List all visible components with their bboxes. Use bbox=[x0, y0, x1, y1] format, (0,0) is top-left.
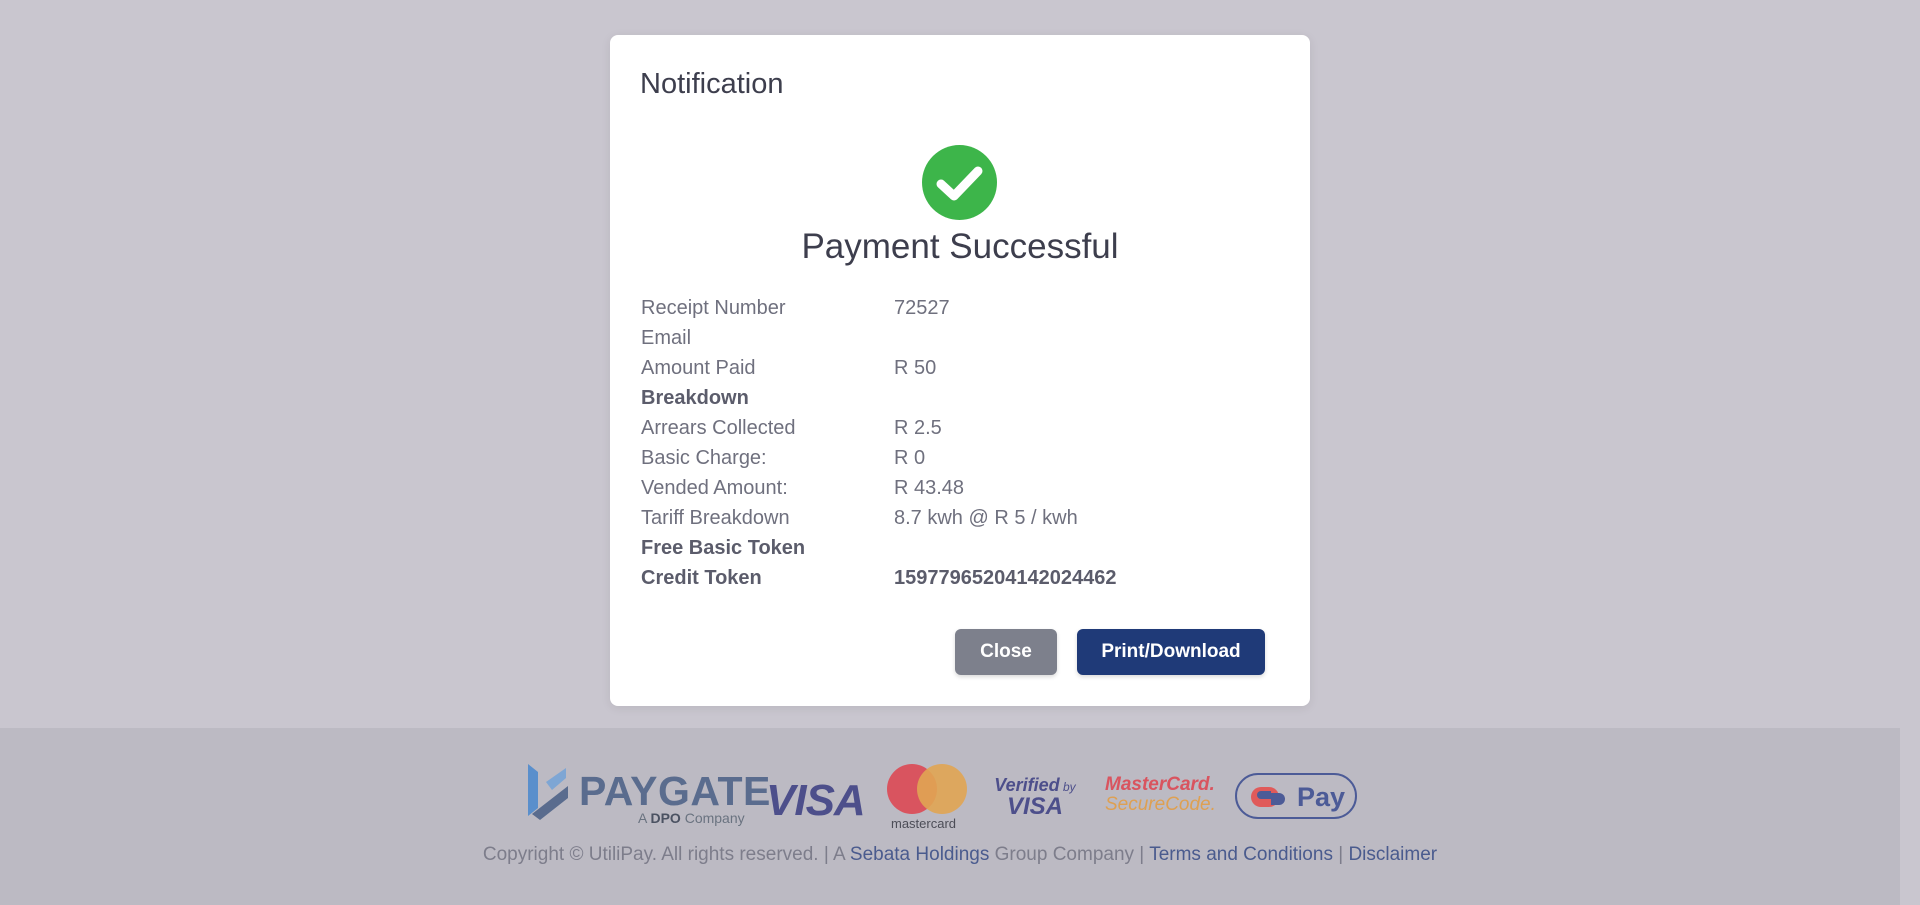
paygate-tagline: A DPO Company bbox=[638, 810, 745, 826]
receipt-row-value: R 2.5 bbox=[894, 417, 942, 439]
notification-modal: Notification Payment Successful Receipt … bbox=[610, 35, 1310, 706]
copyright-line: Copyright © UtiliPay. All rights reserve… bbox=[0, 844, 1920, 866]
mastercard-wordmark: mastercard bbox=[891, 816, 957, 831]
receipt-row: Vended Amount: R 43.48 bbox=[641, 477, 1281, 507]
visa-logo: VISA bbox=[766, 776, 866, 825]
receipt-row-value: 72527 bbox=[894, 297, 950, 319]
receipt-row-label: Amount Paid bbox=[641, 357, 756, 379]
receipt-row: Breakdown bbox=[641, 387, 1281, 417]
receipt-row-value: R 0 bbox=[894, 447, 926, 469]
copyright-text: Copyright © UtiliPay. All rights reserve… bbox=[482, 844, 850, 865]
receipt-row-label: Basic Charge: bbox=[641, 447, 767, 469]
payment-logos: PAYGATE A DPO Company VISA mastercard Ve… bbox=[0, 762, 1920, 831]
receipt-row: Amount Paid R 50 bbox=[641, 357, 1281, 387]
paygate-wordmark: PAYGATE bbox=[579, 768, 771, 814]
receipt-row-value: R 50 bbox=[894, 357, 937, 379]
terms-and-conditions-link[interactable]: Terms and Conditions bbox=[1149, 844, 1333, 865]
receipt-row-label: Free Basic Token bbox=[641, 537, 806, 559]
receipt-row: Free Basic Token bbox=[641, 537, 1281, 567]
receipt-row: Receipt Number 72527 bbox=[641, 297, 1281, 327]
receipt-row-value: R 43.48 bbox=[894, 477, 965, 499]
footer-separator: | bbox=[1332, 844, 1349, 865]
receipt-details: Receipt Number 72527 Email Amount Paid R 50 B… bbox=[641, 297, 1281, 597]
modal-title: Notification bbox=[640, 68, 784, 100]
payment-status-heading: Payment Successful bbox=[801, 227, 1119, 266]
disclaimer-link[interactable]: Disclaimer bbox=[1348, 844, 1437, 865]
receipt-row-label: Email bbox=[641, 327, 692, 349]
receipt-row-label: Credit Token bbox=[641, 567, 762, 589]
receipt-row-value: 15977965204142024462 bbox=[894, 567, 1117, 589]
check-circle-icon bbox=[922, 145, 997, 220]
sebata-holdings-link[interactable]: Sebata Holdings bbox=[850, 844, 989, 865]
mastercard-securecode-logo: MasterCard. SecureCode. bbox=[1105, 774, 1216, 815]
print-download-button[interactable]: Print/Download bbox=[1077, 629, 1265, 675]
receipt-row: Basic Charge: R 0 bbox=[641, 447, 1281, 477]
receipt-row-label: Vended Amount: bbox=[641, 477, 788, 499]
paygate-logo: PAYGATE A DPO Company bbox=[528, 762, 770, 830]
receipt-row-label: Receipt Number bbox=[641, 297, 786, 319]
receipt-row-label: Tariff Breakdown bbox=[641, 507, 790, 529]
paygate-chevron-icon bbox=[528, 764, 568, 820]
copyright-mid-text: Group Company | bbox=[989, 844, 1150, 865]
close-button[interactable]: Close bbox=[955, 629, 1057, 675]
scan-to-pay-wordmark: Pay bbox=[1297, 782, 1346, 812]
verified-by-visa-logo: Verified by VISA bbox=[994, 775, 1076, 820]
receipt-row-value: 8.7 kwh @ R 5 / kwh bbox=[894, 507, 1078, 529]
scan-to-pay-icon bbox=[1251, 787, 1285, 807]
scan-to-pay-logo: Pay bbox=[1235, 773, 1357, 819]
receipt-row: Arrears Collected R 2.5 bbox=[641, 417, 1281, 447]
receipt-row-label: Breakdown bbox=[641, 387, 749, 409]
mastercard-logo: mastercard bbox=[887, 762, 969, 831]
receipt-row: Email bbox=[641, 327, 1281, 357]
mastercard-orange-circle bbox=[917, 764, 967, 814]
receipt-row: Credit Token 15977965204142024462 bbox=[641, 567, 1281, 597]
receipt-row-label: Arrears Collected bbox=[641, 417, 796, 439]
receipt-row: Tariff Breakdown 8.7 kwh @ R 5 / kwh bbox=[641, 507, 1281, 537]
